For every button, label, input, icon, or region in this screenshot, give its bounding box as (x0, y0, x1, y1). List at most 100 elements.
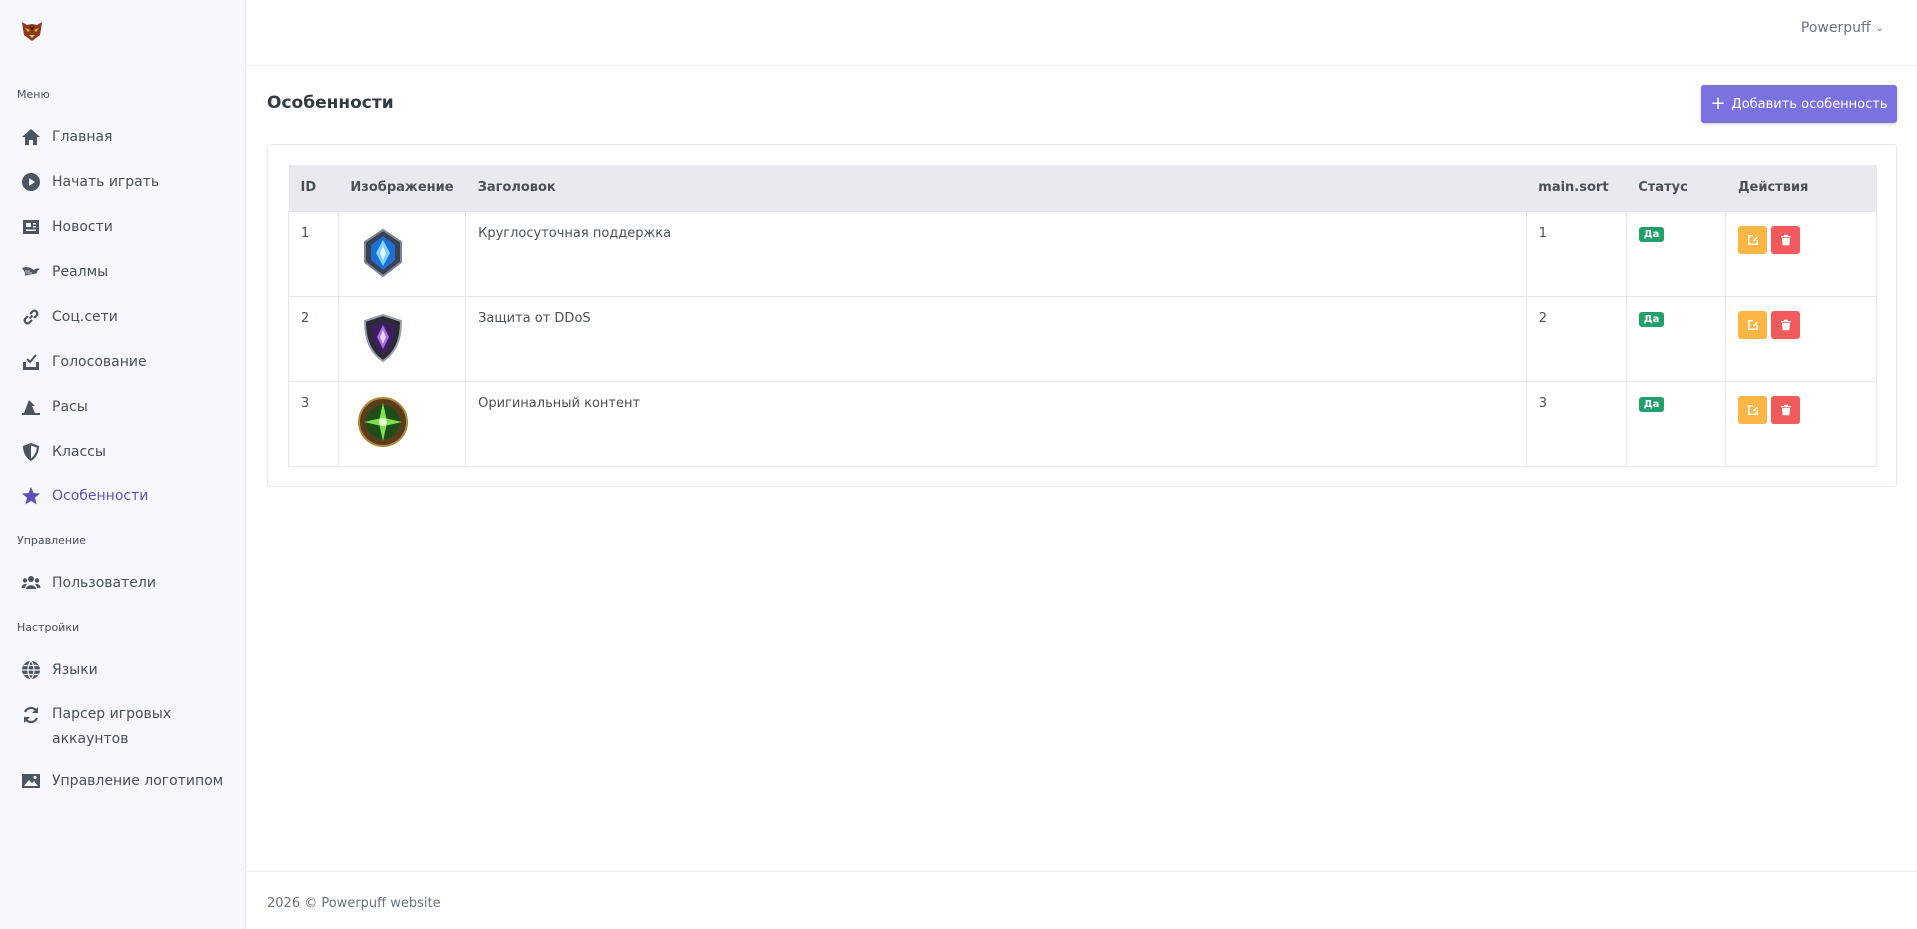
sidebar: Меню Главная Начать играть Новости Реалм… (0, 0, 246, 929)
edit-button[interactable] (1738, 225, 1768, 254)
table-row: 1 Круглосуточная поддержка 1 Да (288, 210, 1877, 297)
cell-image (337, 380, 467, 467)
sidebar-item-realms[interactable]: Реалмы (20, 261, 240, 283)
globe-icon (20, 659, 42, 681)
dragon-icon (20, 261, 42, 283)
cell-title: Круглосуточная поддержка (465, 210, 1527, 297)
features-card: ID Изображение Заголовок main.sort Стату… (267, 144, 1897, 487)
sidebar-item-users[interactable]: Пользователи (20, 572, 240, 594)
trash-icon (1780, 404, 1791, 415)
trash-icon (1780, 234, 1791, 245)
column-header-title: Заголовок (477, 180, 556, 196)
image-icon (20, 770, 42, 792)
green-star-emblem-image (357, 396, 408, 447)
cell-actions (1725, 295, 1877, 382)
sidebar-item-label: Классы (52, 444, 106, 460)
plus-icon: + (1710, 93, 1726, 114)
status-badge: Да (1638, 396, 1665, 412)
topbar: Powerpuff ⌄ (247, 0, 1917, 66)
cell-image (337, 210, 467, 297)
sidebar-item-features[interactable]: Особенности (20, 485, 240, 507)
cell-title: Оригинальный контент (465, 380, 1527, 467)
sidebar-item-label: Главная (52, 129, 113, 145)
column-header-sort: main.sort (1538, 180, 1609, 196)
edit-button[interactable] (1738, 310, 1768, 339)
star-icon (20, 485, 42, 507)
cell-id: 3 (288, 380, 339, 467)
table-row: 3 Оригинальный контент 3 Да (288, 380, 1877, 467)
sidebar-item-play[interactable]: Начать играть (20, 171, 240, 193)
edit-icon (1747, 234, 1758, 245)
trash-icon (1780, 319, 1791, 330)
delete-button[interactable] (1771, 395, 1801, 424)
sidebar-item-label: Начать играть (52, 174, 160, 190)
sidebar-item-classes[interactable]: Классы (20, 441, 240, 463)
edit-icon (1747, 404, 1758, 415)
sidebar-item-label: Парсер игровых аккаунтов (52, 706, 172, 747)
sidebar-item-label: Пользователи (52, 575, 156, 591)
sidebar-item-social[interactable]: Соц.сети (20, 306, 240, 328)
column-header-status: Статус (1638, 180, 1688, 196)
newspaper-icon (20, 216, 42, 238)
edit-button[interactable] (1738, 395, 1768, 424)
sidebar-item-label: Расы (52, 399, 88, 415)
add-feature-button[interactable]: + Добавить особенность (1701, 85, 1897, 123)
cell-actions (1725, 380, 1877, 467)
sidebar-item-label: Соц.сети (52, 309, 118, 325)
sidebar-item-races[interactable]: Расы (20, 396, 240, 418)
sidebar-item-news[interactable]: Новости (20, 216, 240, 238)
status-badge: Да (1638, 226, 1665, 242)
blue-crystal-shield-image (363, 228, 402, 277)
column-header-actions: Действия (1737, 180, 1809, 196)
add-feature-label: Добавить особенность (1731, 96, 1888, 112)
link-icon (20, 306, 42, 328)
delete-button[interactable] (1771, 310, 1801, 339)
sync-icon (20, 704, 42, 726)
hat-wizard-icon (20, 396, 42, 418)
sidebar-item-label: Особенности (52, 488, 149, 504)
logo[interactable] (20, 20, 44, 42)
table-row: 2 Защита от DDoS 2 Да (288, 295, 1877, 382)
sidebar-item-label: Языки (52, 662, 98, 678)
cell-id: 1 (288, 210, 339, 297)
cell-status: Да (1625, 210, 1727, 297)
footer: 2026 © Powerpuff website (247, 871, 1917, 929)
edit-icon (1747, 319, 1758, 330)
section-title-menu: Меню (17, 88, 50, 101)
sidebar-item-label: Новости (52, 219, 113, 235)
cell-actions (1725, 210, 1877, 297)
cell-sort: 2 (1525, 295, 1627, 382)
sidebar-item-label: Управление логотипом (52, 773, 224, 789)
cell-image (337, 295, 467, 382)
delete-button[interactable] (1771, 225, 1801, 254)
sidebar-item-parser[interactable]: Парсер игровых аккаунтов (20, 702, 210, 752)
cell-sort: 1 (1525, 210, 1627, 297)
users-icon (20, 572, 42, 594)
table-header-row: ID Изображение Заголовок main.sort Стату… (288, 165, 1877, 211)
cell-title: Защита от DDoS (465, 295, 1527, 382)
column-header-image: Изображение (350, 180, 454, 196)
sidebar-item-voting[interactable]: Голосование (20, 351, 240, 373)
features-table: ID Изображение Заголовок main.sort Стату… (288, 165, 1877, 467)
user-menu[interactable]: Powerpuff ⌄ (1801, 20, 1884, 36)
cell-status: Да (1625, 295, 1727, 382)
status-badge: Да (1638, 311, 1665, 327)
chevron-down-icon: ⌄ (1875, 22, 1884, 34)
column-header-id: ID (300, 180, 317, 196)
sidebar-item-label: Голосование (52, 354, 147, 370)
play-circle-icon (20, 171, 42, 193)
section-title-manage: Управление (17, 534, 87, 547)
tiger-logo-icon (22, 22, 42, 41)
purple-shield-image (363, 313, 402, 362)
vote-box-icon (20, 351, 42, 373)
sidebar-item-home[interactable]: Главная (20, 126, 240, 148)
home-icon (20, 126, 42, 148)
user-name: Powerpuff (1800, 20, 1871, 36)
sidebar-item-logo-manage[interactable]: Управление логотипом (20, 770, 240, 792)
cell-sort: 3 (1525, 380, 1627, 467)
page-title: Особенности (267, 93, 394, 113)
cell-id: 2 (288, 295, 339, 382)
footer-copyright: 2026 © Powerpuff website (267, 896, 441, 911)
sidebar-item-label: Реалмы (52, 264, 109, 280)
sidebar-item-languages[interactable]: Языки (20, 659, 240, 681)
